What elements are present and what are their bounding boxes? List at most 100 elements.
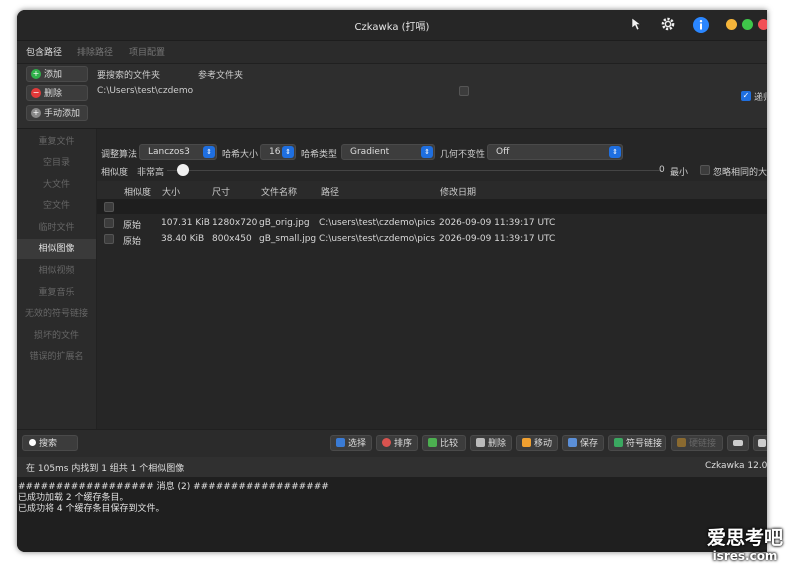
row-checkbox[interactable] [104, 218, 114, 228]
path-pane: + 添加 − 删除 + 手动添加 要搜索的文件夹 参考文件夹 C:\Users\tes… [17, 64, 767, 129]
hash-type-select[interactable]: Gradient ⇕ [341, 144, 435, 160]
table-row[interactable]: 原始 107.31 KiB 1280x720 gB_orig.jpg C:\us… [97, 216, 767, 231]
group-header-row[interactable] [97, 200, 767, 214]
sidebar-item-temporary-files[interactable]: 临时文件 [17, 218, 96, 238]
sidebar-item-bad-extensions[interactable]: 错误的扩展名 [17, 347, 96, 367]
select-icon [336, 438, 345, 447]
sidebar-item-similar-images[interactable]: 相似图像 [17, 239, 96, 259]
delete-button[interactable]: 删除 [470, 435, 512, 451]
watermark-domain: isres.com [712, 549, 778, 563]
table-row[interactable]: 原始 38.40 KiB 800x450 gB_small.jpg C:\use… [97, 232, 767, 247]
reference-column-header: 参考文件夹 [198, 71, 244, 81]
add-path-button[interactable]: + 添加 [26, 66, 88, 82]
compare-button[interactable]: 比较 [422, 435, 466, 451]
info-icon[interactable] [692, 16, 710, 34]
chevron-updown-icon: ⇕ [421, 146, 433, 158]
search-path-value[interactable]: C:\Users\test\czdemo [97, 86, 193, 96]
col-path[interactable]: 路径 [321, 185, 339, 198]
search-icon [29, 439, 36, 446]
save-button[interactable]: 保存 [562, 435, 604, 451]
sidebar-item-empty-files[interactable]: 空文件 [17, 196, 96, 216]
recursive-label: 递归 [754, 93, 767, 103]
title-bar: Czkawka (打嗝) [17, 10, 767, 41]
tab-excluded-paths[interactable]: 排除路径 [77, 45, 113, 58]
trash-icon [476, 438, 485, 447]
sort-icon [382, 438, 391, 447]
path-tabs: 包含路径 排除路径 项目配置 [17, 41, 767, 64]
app-window: Czkawka (打嗝) 包含路径 排除路径 项目配置 + 添加 − 删除 + 手动添… [17, 10, 767, 552]
col-modified-date[interactable]: 修改日期 [440, 185, 476, 198]
results-panel: 调整算法 Lanczos3 ⇕ 哈希大小 16 ⇕ 哈希类型 Gradient ⇕ 几… [97, 129, 767, 429]
more-button[interactable] [753, 435, 767, 451]
search-button[interactable]: 搜索 [22, 435, 78, 451]
cursor-icon[interactable] [627, 16, 645, 34]
compare-icon [428, 438, 437, 447]
row-path: C:\users\test\czdemo\pics [319, 218, 436, 228]
row-similarity: 原始 [123, 237, 142, 247]
remove-path-button[interactable]: − 删除 [26, 85, 88, 101]
similarity-slider-track[interactable] [167, 170, 662, 171]
row-size: 38.40 KiB [161, 234, 205, 244]
bottom-panel-toggle-button[interactable] [727, 435, 749, 451]
ignore-same-size-checkbox[interactable] [700, 165, 710, 175]
row-checkbox[interactable] [104, 234, 114, 244]
hash-size-label: 哈希大小 [222, 150, 259, 160]
minimize-button[interactable] [726, 19, 737, 30]
tab-item-config[interactable]: 项目配置 [129, 45, 165, 58]
folders-column-header: 要搜索的文件夹 [97, 71, 161, 81]
resize-algorithm-label: 调整算法 [101, 150, 138, 160]
geometric-invariance-label: 几何不变性 [440, 150, 486, 160]
version-text: Czkawka 12.0 [705, 461, 767, 471]
sidebar-item-invalid-symlinks[interactable]: 无效的符号链接 [17, 304, 96, 324]
plus-icon: + [31, 68, 41, 79]
status-text: 在 105ms 内找到 1 组共 1 个相似图像 [26, 464, 185, 474]
gear-icon[interactable] [659, 16, 677, 34]
sidebar-item-broken-files[interactable]: 损坏的文件 [17, 326, 96, 346]
hardlink-button[interactable]: 硬链接 [671, 435, 723, 451]
symlink-button[interactable]: 符号链接 [608, 435, 666, 451]
move-button[interactable]: 移动 [516, 435, 558, 451]
select-button[interactable]: 选择 [330, 435, 372, 451]
col-size[interactable]: 大小 [162, 185, 180, 198]
tool-sidebar: 重复文件 空目录 大文件 空文件 临时文件 相似图像 相似视频 重复音乐 无效的… [17, 129, 97, 429]
col-file-name[interactable]: 文件名称 [261, 185, 297, 198]
min-label: 最小 [670, 168, 689, 178]
sidebar-item-duplicate-files[interactable]: 重复文件 [17, 132, 96, 152]
watermark-title: 爱思考吧 [706, 527, 783, 549]
recursive-checkbox[interactable]: ✓ [741, 91, 751, 101]
window-title: Czkawka (打嗝) [354, 22, 430, 33]
sidebar-item-similar-videos[interactable]: 相似视频 [17, 261, 96, 281]
row-dimensions: 1280x720 [212, 218, 258, 228]
reference-folder-checkbox[interactable] [459, 86, 469, 96]
message-log: ################## 消息 (2) ##############… [17, 477, 767, 552]
maximize-button[interactable] [742, 19, 753, 30]
save-icon [568, 438, 577, 447]
hash-size-select[interactable]: 16 ⇕ [260, 144, 296, 160]
slider-value: 0 [659, 165, 665, 175]
col-similarity[interactable]: 相似度 [124, 185, 151, 198]
manual-add-button[interactable]: + 手动添加 [26, 105, 88, 121]
close-button[interactable] [758, 19, 767, 30]
sidebar-item-duplicate-music[interactable]: 重复音乐 [17, 283, 96, 303]
minus-icon: − [31, 87, 41, 98]
col-dimensions[interactable]: 尺寸 [212, 185, 230, 198]
chevron-updown-icon: ⇕ [282, 146, 294, 158]
group-checkbox[interactable] [104, 202, 114, 212]
sidebar-item-big-files[interactable]: 大文件 [17, 175, 96, 195]
row-modified-date: 2026-09-09 11:39:17 UTC [439, 218, 556, 228]
similarity-slider-handle[interactable] [177, 164, 189, 176]
chevron-updown-icon: ⇕ [203, 146, 215, 158]
watermark: 爱思考吧 isres.com [700, 523, 790, 573]
results-table-header: 相似度 大小 尺寸 文件名称 路径 修改日期 [97, 181, 767, 200]
sort-button[interactable]: 排序 [376, 435, 418, 451]
resize-algorithm-select[interactable]: Lanczos3 ⇕ [139, 144, 217, 160]
ignore-same-size-label: 忽略相同的大小 [713, 168, 767, 178]
sidebar-item-empty-folders[interactable]: 空目录 [17, 153, 96, 173]
row-modified-date: 2026-09-09 11:39:17 UTC [439, 234, 556, 244]
folder-icon [522, 438, 531, 447]
link-icon [677, 438, 686, 447]
geometric-invariance-select[interactable]: Off ⇕ [487, 144, 623, 160]
row-dimensions: 800x450 [212, 234, 252, 244]
row-size: 107.31 KiB [161, 218, 210, 228]
tab-included-paths[interactable]: 包含路径 [26, 45, 62, 58]
